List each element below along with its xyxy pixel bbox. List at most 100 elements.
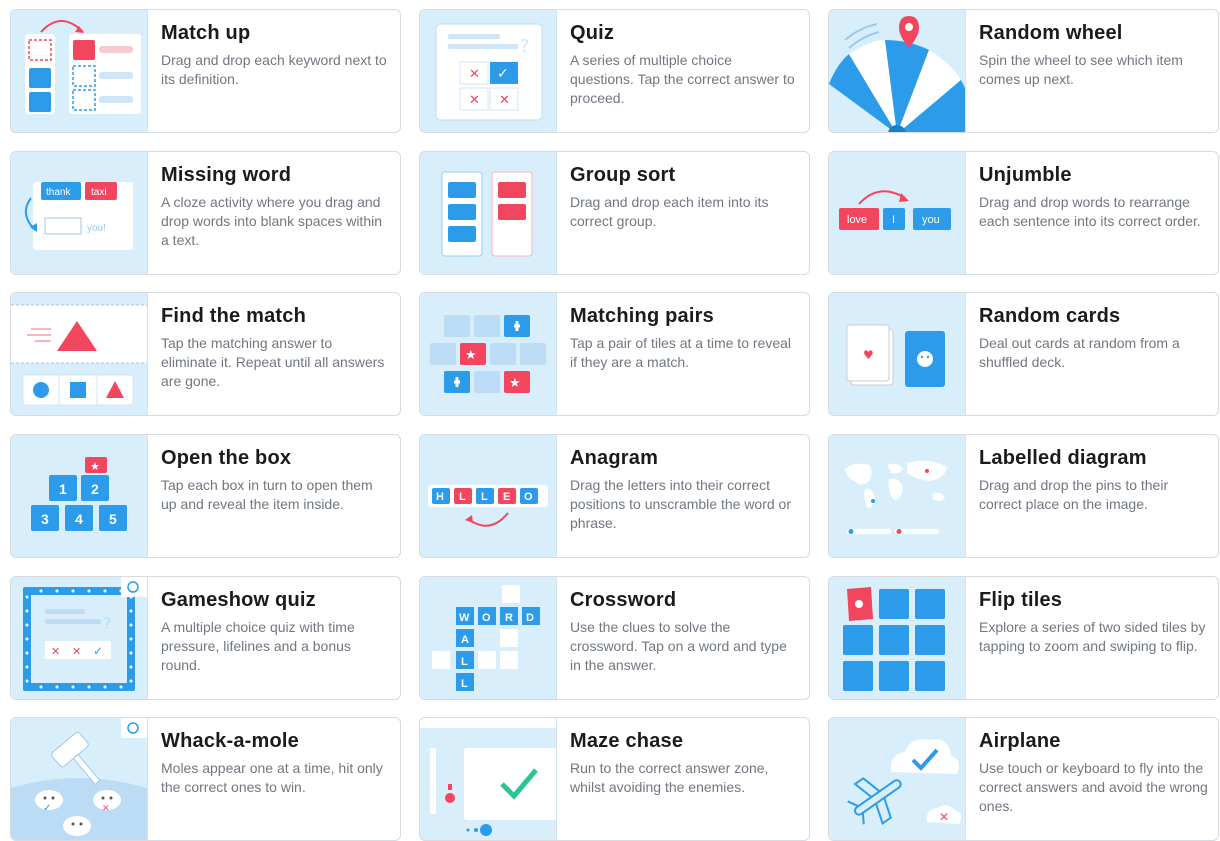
card-description: Deal out cards at random from a shuffled… bbox=[979, 335, 1180, 370]
card-description: Tap the matching answer to eliminate it.… bbox=[161, 335, 385, 389]
random-cards-thumbnail: ♥ bbox=[829, 293, 966, 415]
card-match-up[interactable]: Match up Drag and drop each keyword next… bbox=[10, 9, 401, 133]
card-find-the-match[interactable]: Find the match Tap the matching answer t… bbox=[10, 292, 401, 416]
svg-text:✓: ✓ bbox=[497, 66, 509, 82]
svg-text:✕: ✕ bbox=[102, 804, 110, 814]
svg-text:O: O bbox=[524, 491, 533, 503]
svg-text:L: L bbox=[461, 678, 468, 690]
card-description: Drag and drop each keyword next to its d… bbox=[161, 52, 387, 87]
svg-text:R: R bbox=[505, 612, 513, 624]
card-description: Tap a pair of tiles at a time to reveal … bbox=[570, 335, 791, 370]
card-labelled-diagram[interactable]: Labelled diagram Drag and drop the pins … bbox=[828, 434, 1219, 558]
matching-pairs-thumbnail: ★ ★ bbox=[420, 293, 557, 415]
svg-text:I: I bbox=[892, 214, 895, 226]
card-title: Quiz bbox=[570, 22, 615, 44]
anagram-thumbnail: H L L E O bbox=[420, 435, 557, 557]
card-quiz[interactable]: ? ✕ ✓ ✕ ✕ Quiz A series of multiple choi… bbox=[419, 9, 810, 133]
svg-text:2: 2 bbox=[91, 481, 99, 497]
svg-text:✕: ✕ bbox=[469, 67, 480, 82]
card-open-the-box[interactable]: ★ 1 2 3 4 5 Open the box Tap each box in… bbox=[10, 434, 401, 558]
flip-tiles-thumbnail bbox=[829, 577, 966, 699]
card-title: Open the box bbox=[161, 447, 292, 469]
card-title: Find the match bbox=[161, 305, 307, 327]
svg-text:✓: ✓ bbox=[93, 644, 103, 658]
svg-text:love: love bbox=[847, 214, 867, 226]
svg-text:★: ★ bbox=[465, 348, 477, 363]
card-title: Gameshow quiz bbox=[161, 589, 316, 611]
open-the-box-thumbnail: ★ 1 2 3 4 5 bbox=[11, 435, 148, 557]
card-description: Moles appear one at a time, hit only the… bbox=[161, 760, 383, 795]
card-description: Spin the wheel to see which item comes u… bbox=[979, 52, 1183, 87]
card-description: Drag the letters into their correct posi… bbox=[570, 477, 791, 531]
crossword-thumbnail: W O R D A L L bbox=[420, 577, 557, 699]
card-title: Whack-a-mole bbox=[161, 730, 299, 752]
card-title: Match up bbox=[161, 22, 251, 44]
svg-text:L: L bbox=[459, 491, 466, 503]
card-title: Maze chase bbox=[570, 730, 684, 752]
svg-text:4: 4 bbox=[75, 511, 83, 527]
gameshow-quiz-thumbnail: ? ✕ ✕ ✓ bbox=[11, 577, 148, 699]
card-title: Labelled diagram bbox=[979, 447, 1147, 469]
card-random-wheel[interactable]: Random wheel Spin the wheel to see which… bbox=[828, 9, 1219, 133]
svg-text:✕: ✕ bbox=[939, 810, 949, 824]
card-description: A cloze activity where you drag and drop… bbox=[161, 194, 383, 248]
svg-text:★: ★ bbox=[90, 460, 100, 473]
card-airplane[interactable]: ✕ Airplane Use touch or keyboard to fly … bbox=[828, 717, 1219, 841]
svg-text:A: A bbox=[461, 634, 469, 646]
random-wheel-thumbnail bbox=[829, 10, 966, 132]
card-title: Airplane bbox=[979, 730, 1061, 752]
svg-text:✕: ✕ bbox=[72, 645, 81, 658]
card-description: Run to the correct answer zone, whilst a… bbox=[570, 760, 769, 795]
card-group-sort[interactable]: Group sort Drag and drop each item into … bbox=[419, 151, 810, 275]
card-matching-pairs[interactable]: ★ ★ Matching pairs Tap a pair of tiles a… bbox=[419, 292, 810, 416]
card-maze-chase[interactable]: Maze chase Run to the correct answer zon… bbox=[419, 717, 810, 841]
card-missing-word[interactable]: thank taxi you! Missing word A cloze act… bbox=[10, 151, 401, 275]
svg-text:E: E bbox=[503, 491, 510, 503]
card-title: Missing word bbox=[161, 164, 292, 186]
svg-text:L: L bbox=[461, 656, 468, 668]
svg-text:?: ? bbox=[103, 614, 112, 633]
svg-text:5: 5 bbox=[109, 511, 117, 527]
maze-chase-thumbnail bbox=[420, 718, 557, 840]
svg-text:1: 1 bbox=[59, 481, 67, 497]
card-description: Tap each box in turn to open them up and… bbox=[161, 477, 373, 512]
card-description: Drag and drop words to rearrange each se… bbox=[979, 194, 1201, 229]
labelled-diagram-thumbnail bbox=[829, 435, 966, 557]
card-description: Use touch or keyboard to fly into the co… bbox=[979, 760, 1208, 814]
svg-text:✓: ✓ bbox=[43, 803, 51, 814]
card-title: Anagram bbox=[570, 447, 659, 469]
whack-a-mole-thumbnail: ✓ ✕ bbox=[11, 718, 148, 840]
card-gameshow-quiz[interactable]: ? ✕ ✕ ✓ Gameshow quiz A multiple choice … bbox=[10, 576, 401, 700]
svg-text:♥: ♥ bbox=[863, 348, 874, 362]
svg-text:H: H bbox=[436, 491, 444, 503]
card-description: A series of multiple choice questions. T… bbox=[570, 52, 795, 106]
card-title: Unjumble bbox=[979, 164, 1072, 186]
card-whack-a-mole[interactable]: ✓ ✕ Whack-a-mole Moles appear one at a t… bbox=[10, 717, 401, 841]
match-up-thumbnail bbox=[11, 10, 148, 132]
card-crossword[interactable]: W O R D A L L Crossword Use the clues to… bbox=[419, 576, 810, 700]
find-the-match-thumbnail bbox=[11, 293, 148, 415]
card-unjumble[interactable]: love I you Unjumble Drag and drop words … bbox=[828, 151, 1219, 275]
card-description: Use the clues to solve the crossword. Ta… bbox=[570, 619, 787, 673]
template-grid: Match up Drag and drop each keyword next… bbox=[0, 0, 1220, 841]
svg-text:W: W bbox=[459, 612, 470, 624]
svg-text:taxi: taxi bbox=[91, 187, 107, 198]
card-title: Flip tiles bbox=[979, 589, 1063, 611]
unjumble-thumbnail: love I you bbox=[829, 152, 966, 274]
card-flip-tiles[interactable]: Flip tiles Explore a series of two sided… bbox=[828, 576, 1219, 700]
svg-text:?: ? bbox=[520, 36, 530, 57]
card-title: Random wheel bbox=[979, 22, 1123, 44]
svg-text:thank: thank bbox=[46, 187, 71, 198]
svg-text:✕: ✕ bbox=[469, 93, 480, 108]
svg-text:D: D bbox=[526, 612, 534, 624]
card-title: Crossword bbox=[570, 589, 677, 611]
card-random-cards[interactable]: ♥ Random cards Deal out cards at random … bbox=[828, 292, 1219, 416]
card-description: A multiple choice quiz with time pressur… bbox=[161, 619, 355, 673]
svg-text:O: O bbox=[482, 612, 491, 624]
airplane-thumbnail: ✕ bbox=[829, 718, 966, 840]
group-sort-thumbnail bbox=[420, 152, 557, 274]
card-anagram[interactable]: H L L E O Anagram Drag the letters into … bbox=[419, 434, 810, 558]
svg-text:✕: ✕ bbox=[499, 93, 510, 108]
card-description: Drag and drop each item into its correct… bbox=[570, 194, 769, 229]
svg-text:you: you bbox=[922, 214, 940, 226]
